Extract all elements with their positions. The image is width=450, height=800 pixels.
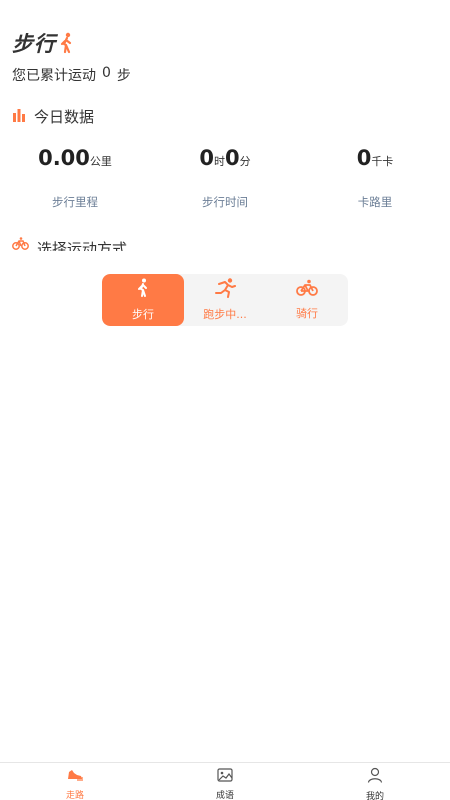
walker-icon (136, 278, 150, 302)
mode-tab-cycle[interactable]: 骑行 (266, 274, 348, 326)
today-stats: 0.00 公里 步行里程 0 时 0 分 步行时间 0 千卡 卡路里 (0, 146, 450, 210)
tab-idioms[interactable]: 成语 (150, 763, 300, 800)
time-minutes-value: 0 (225, 146, 240, 170)
calories-unit: 千卡 (371, 155, 394, 168)
mode-selector: 步行 跑步中... 骑行 (102, 274, 348, 326)
bicycle-icon (12, 235, 29, 251)
calories-value: 0 (356, 146, 372, 170)
distance-value: 0.00 (38, 146, 90, 170)
today-data-title: 今日数据 (34, 108, 95, 126)
bicycle-icon (296, 279, 318, 301)
time-hours-value: 0 (199, 146, 214, 170)
runner-icon (214, 278, 236, 302)
stat-calories: 0 千卡 卡路里 (300, 146, 450, 210)
tab-profile-label: 我的 (365, 792, 384, 800)
total-steps-line: 您已累计运动 0 步 (12, 65, 131, 85)
mode-tab-walk-label: 步行 (132, 308, 154, 321)
total-steps-value: 0 (102, 65, 111, 81)
image-icon (217, 767, 233, 786)
bottom-tab-bar: 走路 成语 我的 (0, 762, 450, 800)
mode-select-title: 选择运动方式 (37, 240, 128, 251)
stat-distance: 0.00 公里 步行里程 (0, 146, 150, 210)
shoe-icon (66, 767, 84, 786)
time-hours-unit: 时 (214, 155, 225, 168)
today-data-heading: 今日数据 (12, 106, 94, 127)
total-steps-prefix: 您已累计运动 (12, 68, 96, 84)
total-steps-suffix: 步 (116, 68, 131, 84)
time-label: 步行时间 (202, 195, 248, 209)
time-minutes-unit: 分 (239, 155, 251, 168)
mode-select-heading: 选择运动方式 (12, 235, 127, 251)
mode-tab-run-label: 跑步中... (203, 308, 247, 321)
calories-label: 卡路里 (357, 195, 393, 209)
distance-unit: 公里 (89, 155, 112, 168)
stat-time: 0 时 0 分 步行时间 (150, 146, 300, 210)
bar-chart-icon (12, 107, 26, 126)
distance-label: 步行里程 (52, 195, 98, 209)
mode-tab-run[interactable]: 跑步中... (184, 274, 266, 326)
mode-tab-cycle-label: 骑行 (296, 307, 318, 320)
mode-tab-walk[interactable]: 步行 (102, 274, 184, 326)
tab-walk-label: 走路 (65, 791, 84, 800)
tab-idioms-label: 成语 (215, 791, 234, 800)
person-icon (367, 767, 383, 787)
page-title: 步行 (12, 32, 56, 56)
walker-icon (58, 32, 74, 54)
tab-walk[interactable]: 走路 (0, 763, 150, 800)
header: 步行 (12, 28, 74, 58)
tab-profile[interactable]: 我的 (300, 763, 450, 800)
